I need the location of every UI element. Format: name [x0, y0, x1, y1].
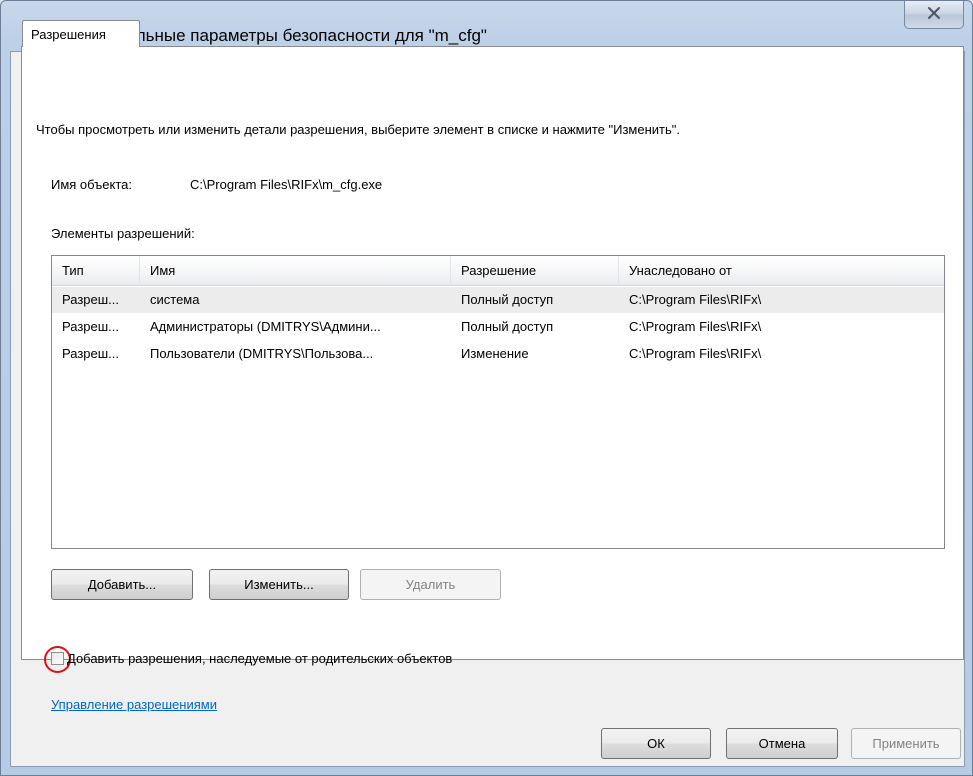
cell-inherited: C:\Program Files\RIFx\ [629, 346, 762, 361]
cell-type: Разреш... [62, 319, 120, 334]
column-header-type[interactable]: Тип [52, 256, 140, 286]
cell-inherited: C:\Program Files\RIFx\ [629, 292, 762, 307]
apply-button[interactable]: Применить [851, 728, 961, 759]
column-header-inherited[interactable]: Унаследовано от [619, 256, 944, 286]
cell-name: Пользователи (DMITRYS\Пользова... [150, 346, 374, 361]
cell-permission: Полный доступ [461, 292, 554, 307]
cell-type: Разреш... [62, 346, 120, 361]
close-icon [926, 6, 942, 24]
inherit-permissions-checkbox[interactable] [51, 652, 64, 665]
cell-permission: Изменение [461, 346, 529, 361]
permission-entries-list[interactable]: Тип Имя Разрешение Унаследовано от Разре… [51, 255, 945, 549]
permission-entries-label: Элементы разрешений: [51, 226, 195, 241]
object-name-value: C:\Program Files\RIFx\m_cfg.exe [190, 177, 383, 192]
inherit-permissions-label[interactable]: Добавить разрешения, наследуемые от роди… [67, 651, 452, 666]
table-row[interactable]: Разреш... Администраторы (DMITRYS\Админи… [52, 314, 944, 340]
table-row[interactable]: Разреш... Пользователи (DMITRYS\Пользова… [52, 341, 944, 367]
title-bar[interactable]: Дополнительные параметры безопасности дл… [1, 1, 972, 45]
cell-name: Администраторы (DMITRYS\Админи... [150, 319, 381, 334]
close-button[interactable] [904, 1, 964, 29]
cell-permission: Полный доступ [461, 319, 554, 334]
edit-button[interactable]: Изменить... [209, 569, 349, 600]
cell-inherited: C:\Program Files\RIFx\ [629, 319, 762, 334]
tab-permissions[interactable]: Разрешения [22, 20, 140, 47]
tab-label: Разрешения [31, 27, 106, 42]
add-button[interactable]: Добавить... [51, 569, 193, 600]
object-name-label: Имя объекта: [51, 177, 133, 192]
column-header-name[interactable]: Имя [140, 256, 451, 286]
cell-type: Разреш... [62, 292, 120, 307]
cell-name: система [150, 292, 200, 307]
table-row[interactable]: Разреш... система Полный доступ C:\Progr… [52, 287, 944, 313]
cancel-button[interactable]: Отмена [726, 728, 838, 759]
column-header-permission[interactable]: Разрешение [451, 256, 619, 286]
ok-button[interactable]: ОК [601, 728, 711, 759]
remove-button[interactable]: Удалить [360, 569, 501, 600]
manage-permissions-link[interactable]: Управление разрешениями [51, 697, 217, 712]
intro-text: Чтобы просмотреть или изменить детали ра… [36, 122, 680, 137]
list-header: Тип Имя Разрешение Унаследовано от [52, 256, 944, 286]
